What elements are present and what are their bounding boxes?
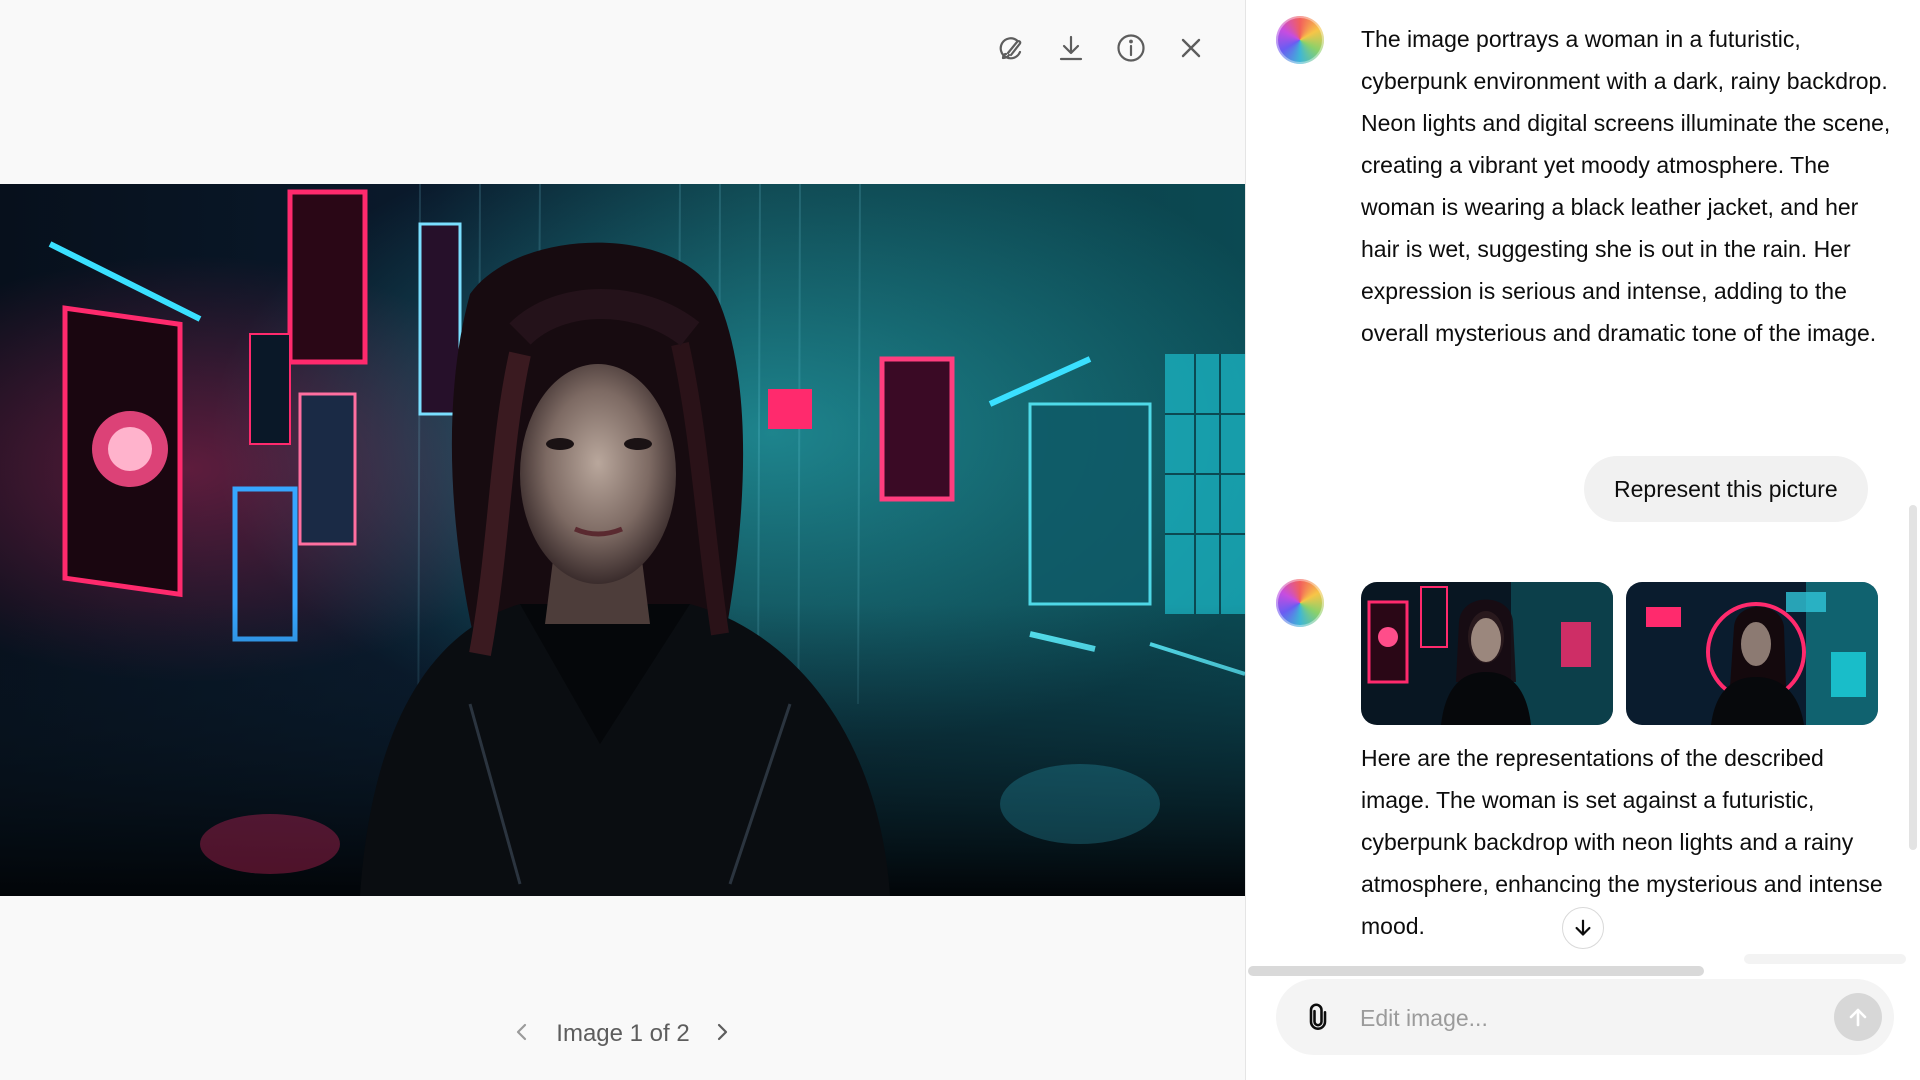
vertical-scrollbar[interactable] [1909,505,1917,850]
chat-panel: The image portrays a woman in a futurist… [1245,0,1920,1080]
image-viewer: Image 1 of 2 [0,0,1245,1080]
horizontal-scrollbar[interactable] [1248,966,1704,976]
info-button[interactable] [1111,28,1151,68]
download-icon [1059,35,1083,61]
attach-button[interactable] [1298,997,1338,1037]
message-composer [1276,979,1894,1055]
info-icon [1117,34,1145,62]
scroll-to-bottom-button[interactable] [1562,907,1604,949]
paperclip-icon [1309,1003,1327,1030]
assistant-avatar [1276,16,1324,64]
thumbnail-image [1361,582,1613,725]
edit-image-button[interactable] [991,28,1031,68]
thumbnail-image [1626,582,1878,725]
chevron-right-icon [717,1023,728,1041]
generated-image[interactable] [0,184,1245,896]
chevron-left-icon [516,1023,527,1041]
arrow-up-icon [1849,1008,1867,1027]
generated-image-thumbnail-1[interactable] [1361,582,1613,725]
user-message: Represent this picture [1584,456,1868,522]
generated-image-thumbnail-2[interactable] [1626,582,1878,725]
close-button[interactable] [1171,28,1211,68]
image-pager: Image 1 of 2 [0,1012,1245,1052]
scrollbar-track [1744,954,1906,964]
next-image-button[interactable] [702,1012,742,1052]
arrow-down-icon [1575,919,1591,936]
assistant-message: The image portrays a woman in a futurist… [1361,26,1891,346]
image-counter: Image 1 of 2 [556,1020,690,1047]
assistant-message: Here are the representations of the desc… [1361,745,1883,939]
previous-image-button[interactable] [502,1012,542,1052]
close-icon [1181,38,1201,58]
send-button[interactable] [1834,993,1882,1041]
download-button[interactable] [1051,28,1091,68]
assistant-avatar [1276,579,1324,627]
edit-image-input[interactable] [1358,997,1802,1039]
cyberpunk-woman-image [0,184,1245,896]
brush-circle-icon [999,37,1022,60]
